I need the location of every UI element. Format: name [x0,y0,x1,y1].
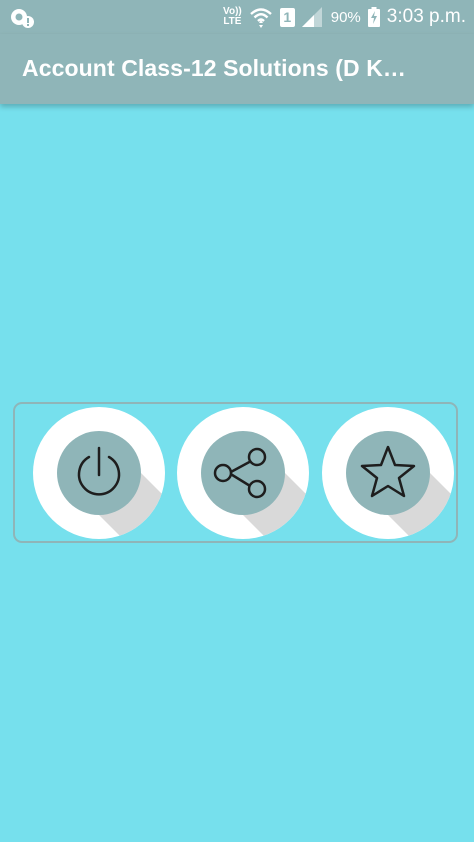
rate-button[interactable] [322,407,454,539]
sim-slot-badge: 1 [279,7,295,27]
page-title: Account Class-12 Solutions (D K… [22,55,407,81]
battery-percent: 90% [330,8,361,26]
cell-signal-icon [301,7,322,27]
volte-label: Vo)) LTE [223,6,242,27]
wifi-icon [249,8,272,28]
app-bar: Account Class-12 Solutions (D K… [0,34,474,104]
battery-charging-icon [367,7,380,27]
power-button[interactable] [33,407,165,539]
share-button[interactable] [177,407,309,539]
status-time: 3:03 p.m. [386,6,466,27]
status-bar: Vo)) LTE 1 90% 3:03 p.m. [0,0,474,34]
data-saver-notification-icon [11,9,34,28]
